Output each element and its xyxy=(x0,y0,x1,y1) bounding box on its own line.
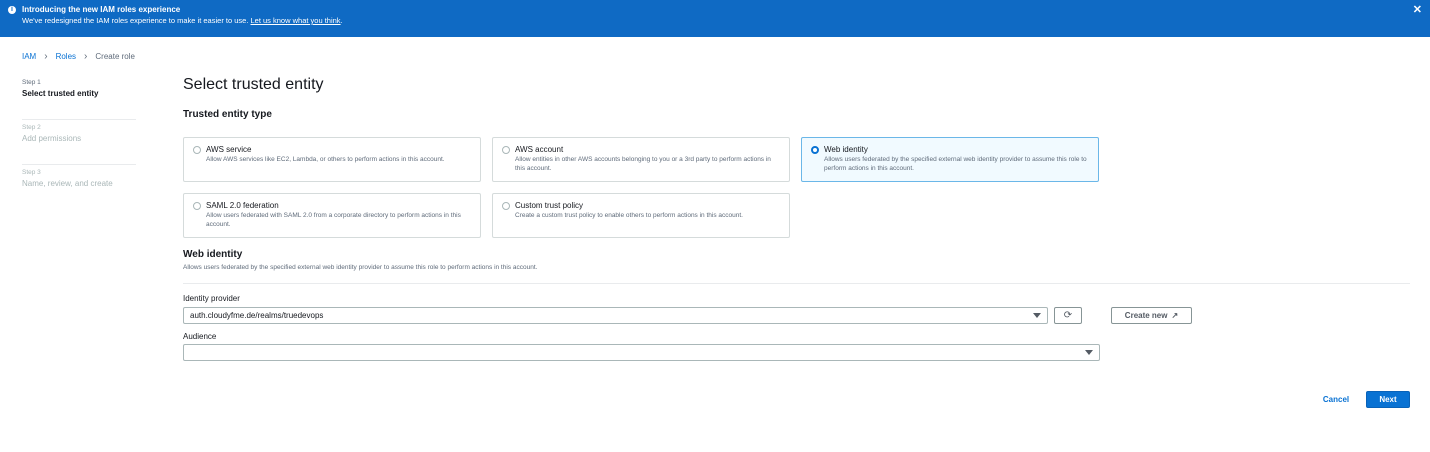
refresh-icon: ⟳ xyxy=(1063,310,1073,321)
banner-message-text: We've redesigned the IAM roles experienc… xyxy=(22,16,251,25)
audience-select[interactable] xyxy=(183,344,1100,361)
identity-provider-label: Identity provider xyxy=(183,294,240,303)
identity-provider-value: auth.cloudyfme.de/realms/truedevops xyxy=(190,311,324,320)
step-label: Step 1 xyxy=(22,79,41,86)
wizard-steps: Step 1 Select trusted entity Step 2 Add … xyxy=(22,79,136,214)
feedback-link[interactable]: Let us know what you think xyxy=(251,16,341,25)
step-name: Select trusted entity xyxy=(22,89,99,98)
banner-message-end: . xyxy=(340,16,343,25)
tile-saml-federation[interactable]: SAML 2.0 federation Allow users federate… xyxy=(183,193,481,238)
step-name: Add permissions xyxy=(22,134,82,143)
caret-down-icon xyxy=(1033,313,1041,318)
banner-message: We've redesigned the IAM roles experienc… xyxy=(22,16,343,25)
step-label: Step 3 xyxy=(22,169,41,176)
tile-description: Allow AWS services like EC2, Lambda, or … xyxy=(206,156,445,163)
radio-button-selected[interactable] xyxy=(811,146,819,154)
tile-aws-account[interactable]: AWS account Allow entities in other AWS … xyxy=(492,137,790,182)
chevron-right-icon: › xyxy=(84,51,88,62)
page-title: Select trusted entity xyxy=(183,76,324,93)
tile-description: Allow users federated with SAML 2.0 from… xyxy=(206,212,461,228)
radio-button[interactable] xyxy=(502,202,510,210)
step-3: Step 3 Name, review, and create xyxy=(22,169,136,210)
info-icon: i xyxy=(8,6,16,14)
step-1: Step 1 Select trusted entity xyxy=(22,79,136,120)
create-new-button[interactable]: Create new ↗ xyxy=(1111,307,1192,324)
tile-title: AWS service xyxy=(206,145,252,154)
section-divider xyxy=(183,283,1410,284)
tile-title: Web identity xyxy=(824,145,868,154)
external-link-icon: ↗ xyxy=(1171,311,1179,320)
tile-aws-service[interactable]: AWS service Allow AWS services like EC2,… xyxy=(183,137,481,182)
tile-custom-trust-policy[interactable]: Custom trust policy Create a custom trus… xyxy=(492,193,790,238)
breadcrumb: IAM › Roles › Create role xyxy=(22,51,135,62)
tile-title: AWS account xyxy=(515,145,564,154)
radio-button[interactable] xyxy=(193,146,201,154)
close-icon[interactable]: ✕ xyxy=(1413,3,1422,16)
caret-down-icon xyxy=(1085,350,1093,355)
create-new-label: Create new xyxy=(1124,311,1168,320)
chevron-right-icon: › xyxy=(44,51,48,62)
audience-label: Audience xyxy=(183,332,217,341)
tile-web-identity[interactable]: Web identity Allows users federated by t… xyxy=(801,137,1099,182)
web-identity-heading: Web identity xyxy=(183,249,243,260)
tile-description: Create a custom trust policy to enable o… xyxy=(515,212,743,219)
identity-provider-select[interactable]: auth.cloudyfme.de/realms/truedevops xyxy=(183,307,1048,324)
web-identity-description: Allows users federated by the specified … xyxy=(183,264,538,271)
breadcrumb-current: Create role xyxy=(95,52,135,61)
radio-button[interactable] xyxy=(193,202,201,210)
radio-button[interactable] xyxy=(502,146,510,154)
trusted-entity-type-heading: Trusted entity type xyxy=(183,109,272,120)
breadcrumb-roles[interactable]: Roles xyxy=(56,52,76,61)
tile-title: SAML 2.0 federation xyxy=(206,201,279,210)
tile-description: Allows users federated by the specified … xyxy=(824,156,1087,172)
banner-title: Introducing the new IAM roles experience xyxy=(22,5,181,14)
breadcrumb-iam[interactable]: IAM xyxy=(22,52,36,61)
step-name: Name, review, and create xyxy=(22,179,113,188)
info-banner: i Introducing the new IAM roles experien… xyxy=(0,0,1430,37)
tile-description: Allow entities in other AWS accounts bel… xyxy=(515,156,771,172)
refresh-button[interactable]: ⟳ xyxy=(1054,307,1082,324)
tile-title: Custom trust policy xyxy=(515,201,584,210)
next-button[interactable]: Next xyxy=(1366,391,1410,408)
step-label: Step 2 xyxy=(22,124,41,131)
cancel-button[interactable]: Cancel xyxy=(1312,391,1360,408)
step-2: Step 2 Add permissions xyxy=(22,124,136,165)
